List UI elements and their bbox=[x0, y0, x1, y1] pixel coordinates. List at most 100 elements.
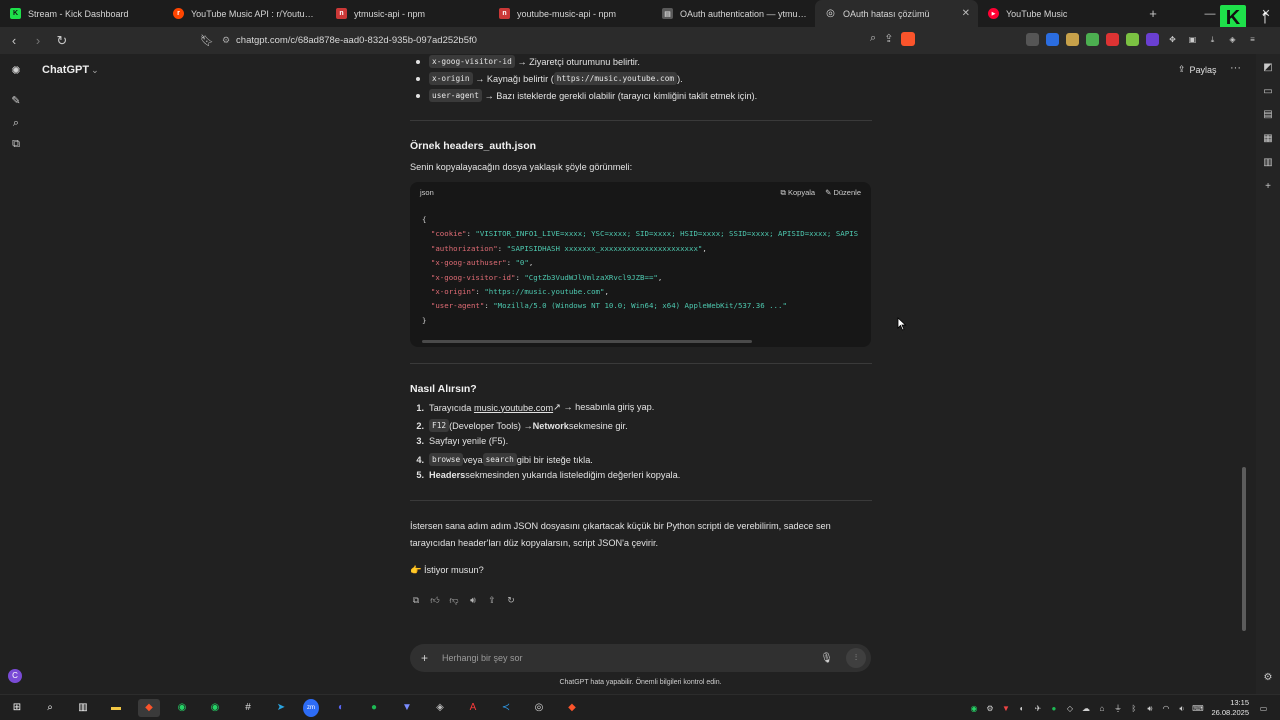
add-panel-icon[interactable]: + bbox=[1260, 181, 1276, 195]
brave-shields-icon[interactable] bbox=[901, 32, 916, 46]
download-icon[interactable]: ⤓ bbox=[1206, 33, 1219, 46]
bookmarks-icon[interactable]: ▦ bbox=[1260, 133, 1276, 147]
model-selector[interactable]: ChatGPT ⌄ bbox=[42, 64, 99, 76]
task-view-icon[interactable]: ▥ bbox=[72, 699, 94, 717]
search-icon[interactable]: ⌕ bbox=[9, 116, 23, 130]
settings-gear-icon[interactable]: ⚙ bbox=[1260, 672, 1276, 686]
tab-ytmusic-api-npm[interactable]: n ytmusic-api - npm bbox=[326, 0, 489, 27]
thumbs-down-icon[interactable]: 👎︎ bbox=[448, 594, 460, 606]
wallet-icon[interactable]: ▤ bbox=[1260, 109, 1276, 123]
list-item: 2. F12 (Developer Tools) → Network sekmes… bbox=[410, 419, 628, 432]
telegram-icon[interactable]: ➤ bbox=[270, 699, 292, 717]
tray-icon[interactable]: ◐ bbox=[1015, 702, 1028, 715]
share-button[interactable]: ⇪ Paylaş bbox=[1178, 64, 1217, 75]
copy-icon[interactable]: ⧉ bbox=[410, 594, 422, 606]
step-bold: Network bbox=[532, 420, 569, 431]
attach-plus-icon[interactable]: + bbox=[421, 651, 433, 665]
music-youtube-link[interactable]: music.youtube.com bbox=[474, 403, 553, 413]
spotify-icon[interactable]: ● bbox=[363, 699, 385, 717]
back-icon[interactable]: ‹ bbox=[4, 33, 24, 48]
obs-icon[interactable]: ◎ bbox=[528, 699, 550, 717]
slack-icon[interactable]: # bbox=[237, 699, 259, 717]
zoom-icon[interactable]: ⌕ bbox=[870, 32, 876, 46]
code-content[interactable]: { "cookie": "VISITOR_INFO1_LIVE=xxxx; YS… bbox=[422, 213, 858, 328]
tab-youtube-music-api-npm[interactable]: n youtube-music-api - npm bbox=[489, 0, 652, 27]
close-tab-icon[interactable]: ✕ bbox=[962, 8, 970, 19]
horizontal-scrollbar[interactable] bbox=[422, 340, 752, 343]
tray-icon[interactable]: ✈ bbox=[1031, 702, 1044, 715]
regenerate-icon[interactable]: ↻ bbox=[505, 594, 517, 606]
extension-icon[interactable] bbox=[1066, 33, 1079, 46]
new-tab-button[interactable]: + bbox=[1141, 0, 1165, 27]
chat-icon[interactable]: ▭ bbox=[1260, 86, 1276, 100]
volume-icon[interactable]: 🔉︎ bbox=[1175, 702, 1188, 715]
whatsapp-tray-icon[interactable]: ◉ bbox=[967, 702, 980, 715]
menu-icon[interactable]: ≡ bbox=[1246, 33, 1259, 46]
share-icon[interactable]: ⇪ bbox=[486, 594, 498, 606]
share-label: Paylaş bbox=[1189, 64, 1217, 75]
brave-icon[interactable]: ◆ bbox=[561, 699, 583, 717]
wallet-icon[interactable]: ◈ bbox=[1226, 33, 1239, 46]
tab-youtube-music[interactable]: ▶ YouTube Music bbox=[978, 0, 1141, 27]
reload-icon[interactable]: ↻ bbox=[52, 33, 72, 49]
avatar[interactable]: C bbox=[8, 669, 22, 683]
voice-mode-button[interactable]: ⫶ bbox=[846, 648, 866, 668]
tab-kick-dashboard[interactable]: K Stream - Kick Dashboard bbox=[0, 0, 163, 27]
search-icon[interactable]: ⌕ bbox=[39, 699, 61, 717]
edit-code-button[interactable]: ✎ Düzenle bbox=[825, 188, 861, 198]
start-icon[interactable]: ⊞ bbox=[6, 699, 28, 717]
speaker-icon[interactable]: 🔊︎ bbox=[1143, 702, 1156, 715]
tray-icon[interactable]: ⚙ bbox=[983, 702, 996, 715]
library-icon[interactable]: ⧉ bbox=[9, 137, 23, 151]
extension-icon[interactable] bbox=[1086, 33, 1099, 46]
site-info-icon[interactable]: ⚙ bbox=[222, 35, 230, 46]
tab-oauth-hatasi[interactable]: ◎ OAuth hatası çözümü ✕ bbox=[815, 0, 978, 27]
wifi-icon[interactable]: ◠ bbox=[1159, 702, 1172, 715]
microphone-icon[interactable]: 🎙︎ bbox=[820, 653, 833, 664]
code-block: json ⧉ Kopyala ✎ Düzenle { "cookie": "VI… bbox=[410, 182, 871, 347]
extension-icon[interactable] bbox=[1046, 33, 1059, 46]
whatsapp-business-icon[interactable]: ◉ bbox=[204, 699, 226, 717]
sidebar-toggle-icon[interactable]: ◩ bbox=[1260, 62, 1276, 76]
spotify-tray-icon[interactable]: ● bbox=[1047, 702, 1060, 715]
vpn-icon[interactable]: ▼ bbox=[396, 699, 418, 717]
reading-list-icon[interactable]: ▥ bbox=[1260, 157, 1276, 171]
forward-icon[interactable]: › bbox=[28, 33, 48, 48]
bookmark-icon[interactable]: 🔖︎ bbox=[200, 34, 214, 47]
discord-icon[interactable]: ◐ bbox=[330, 699, 352, 717]
tray-icon[interactable]: ◇ bbox=[1063, 702, 1076, 715]
tray-icon[interactable]: ▼ bbox=[999, 702, 1012, 715]
extension-icon[interactable] bbox=[1106, 33, 1119, 46]
whatsapp-icon[interactable]: ◉ bbox=[171, 699, 193, 717]
tray-icon[interactable]: ⌂ bbox=[1095, 702, 1108, 715]
clock[interactable]: 13:15 26.08.2025 bbox=[1211, 698, 1249, 718]
usb-icon[interactable]: ⏚ bbox=[1111, 702, 1124, 715]
puzzle-icon[interactable]: ✥ bbox=[1166, 33, 1179, 46]
app-icon[interactable]: ◈ bbox=[429, 699, 451, 717]
more-options-icon[interactable]: ··· bbox=[1230, 62, 1241, 74]
thumbs-up-icon[interactable]: 👍︎ bbox=[429, 594, 441, 606]
vscode-icon[interactable]: ≺ bbox=[495, 699, 517, 717]
brave-browser-icon[interactable]: ◆ bbox=[138, 698, 160, 717]
file-explorer-icon[interactable]: ▬ bbox=[105, 699, 127, 717]
bluetooth-icon[interactable]: ᛒ bbox=[1127, 702, 1140, 715]
new-chat-icon[interactable]: ✎ bbox=[9, 94, 23, 108]
read-aloud-icon[interactable]: 🔊︎ bbox=[467, 594, 479, 606]
notification-icon[interactable]: ▭ bbox=[1257, 702, 1270, 715]
extension-icon[interactable] bbox=[1146, 33, 1159, 46]
adobe-icon[interactable]: A bbox=[462, 699, 484, 717]
page-scrollbar[interactable] bbox=[1242, 467, 1246, 631]
language-icon[interactable]: ⌨ bbox=[1191, 702, 1204, 715]
extension-icon[interactable] bbox=[1026, 33, 1039, 46]
share-page-icon[interactable]: ⇪ bbox=[884, 32, 893, 46]
copy-code-button[interactable]: ⧉ Kopyala bbox=[781, 188, 816, 198]
sidebar-icon[interactable]: ▣ bbox=[1186, 33, 1199, 46]
extension-icon[interactable] bbox=[1126, 33, 1139, 46]
address-bar[interactable]: ⚙ chatgpt.com/c/68ad878e-aad0-832d-935b-… bbox=[222, 30, 477, 51]
tab-reddit[interactable]: r YouTube Music API : r/YoutubeMusic bbox=[163, 0, 326, 27]
chatgpt-logo-icon[interactable]: ✺ bbox=[9, 64, 23, 78]
prompt-input[interactable]: Herhangi bir şey sor bbox=[442, 653, 820, 663]
tray-icon[interactable]: ☁ bbox=[1079, 702, 1092, 715]
zoom-icon[interactable]: zm bbox=[303, 698, 319, 717]
tab-oauth-ytmusicapi[interactable]: ▤ OAuth authentication — ytmusicapi bbox=[652, 0, 815, 27]
